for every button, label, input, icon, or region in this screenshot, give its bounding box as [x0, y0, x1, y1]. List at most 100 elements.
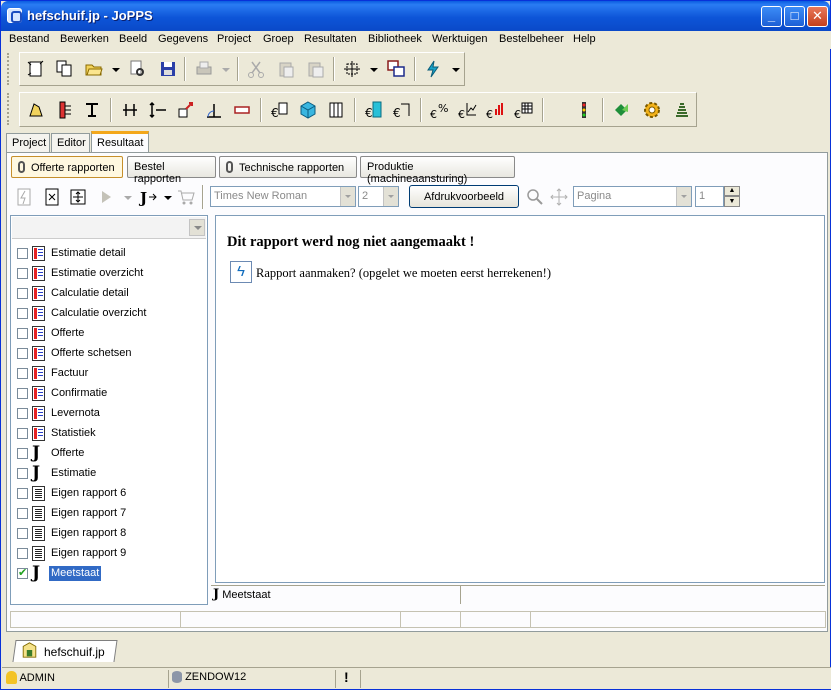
menu-help[interactable]: Help — [573, 33, 596, 45]
page-number-spinner[interactable]: 1 ▲ ▼ — [695, 185, 741, 208]
list-item[interactable]: J Offerte — [12, 444, 207, 463]
table-icon[interactable]: € — [514, 100, 534, 120]
app-icon[interactable] — [7, 8, 22, 23]
list-item[interactable]: Estimatie detail — [12, 244, 207, 263]
menu-gegevens[interactable]: Gegevens — [158, 33, 208, 45]
lightning-icon[interactable] — [423, 59, 443, 79]
toolbar-grip[interactable] — [7, 53, 11, 85]
maximize-button[interactable]: □ — [784, 6, 805, 27]
hardware-icon[interactable] — [326, 100, 346, 120]
create-report-link[interactable]: Rapport aanmaken? (opgelet we moeten eer… — [256, 266, 551, 281]
report-checkbox[interactable] — [17, 408, 28, 419]
print-dropdown-arrow[interactable] — [222, 68, 230, 72]
tab-editor[interactable]: Editor — [51, 133, 90, 152]
list-item[interactable]: Confirmatie — [12, 384, 207, 403]
move-icon[interactable] — [176, 100, 196, 120]
list-item[interactable]: Eigen rapport 8 — [12, 524, 207, 543]
report-checkbox[interactable] — [17, 248, 28, 259]
fit-page-icon[interactable] — [68, 187, 88, 207]
report-checkbox[interactable] — [17, 328, 28, 339]
spin-down-button[interactable]: ▼ — [724, 196, 740, 207]
report-checkbox[interactable] — [17, 448, 28, 459]
tab-technische-rapporten[interactable]: Technische rapporten — [219, 156, 357, 178]
arrows-icon[interactable] — [148, 100, 168, 120]
list-item[interactable]: Estimatie overzicht — [12, 264, 207, 283]
page-select[interactable]: Pagina — [573, 186, 692, 207]
list-item[interactable]: Eigen rapport 7 — [12, 504, 207, 523]
copy-doc-icon[interactable] — [54, 59, 74, 79]
profile-icon[interactable] — [26, 100, 46, 120]
frame-icon[interactable]: € — [392, 100, 412, 120]
report-checkbox[interactable] — [17, 508, 28, 519]
door-icon[interactable]: € — [364, 100, 384, 120]
play-icon[interactable] — [96, 187, 116, 207]
cart-icon[interactable] — [176, 187, 196, 207]
page-number-field[interactable]: 1 — [695, 186, 724, 207]
report-filter-select[interactable] — [12, 217, 206, 239]
status-alert-icon[interactable]: ! — [344, 669, 349, 686]
report-checkbox[interactable] — [17, 528, 28, 539]
recycle-icon[interactable] — [612, 100, 632, 120]
dimension-icon[interactable] — [120, 100, 140, 120]
j-arrow-icon[interactable]: J — [138, 187, 158, 207]
menu-bibliotheek[interactable]: Bibliotheek — [368, 33, 422, 45]
list-item[interactable]: Offerte — [12, 324, 207, 343]
menu-resultaten[interactable]: Resultaten — [304, 33, 357, 45]
size-select[interactable]: 2 — [358, 186, 399, 207]
report-checkbox[interactable] — [17, 468, 28, 479]
document-tab-label[interactable]: hefschuif.jp — [44, 645, 105, 659]
create-report-button[interactable]: ϟ — [230, 261, 252, 283]
chart-line-icon[interactable]: € — [458, 100, 478, 120]
list-item[interactable]: Eigen rapport 6 — [12, 484, 207, 503]
lightning-doc-icon[interactable] — [14, 187, 34, 207]
paste-special-icon[interactable] — [306, 59, 326, 79]
j-dropdown-arrow[interactable] — [164, 196, 172, 200]
play-dropdown-arrow[interactable] — [124, 196, 132, 200]
tab-bestel-rapporten[interactable]: Bestel rapporten — [127, 156, 216, 185]
cut-icon[interactable] — [246, 59, 266, 79]
menu-project[interactable]: Project — [217, 33, 251, 45]
chevron-down-icon[interactable] — [383, 187, 398, 206]
traffic-light-icon[interactable] — [574, 100, 594, 120]
menu-groep[interactable]: Groep — [263, 33, 294, 45]
open-folder-icon[interactable] — [84, 59, 104, 79]
list-item[interactable]: J Meetstaat — [12, 564, 207, 583]
close-button[interactable]: ✕ — [807, 6, 828, 27]
list-item[interactable]: Eigen rapport 9 — [12, 544, 207, 563]
report-checkbox[interactable] — [17, 268, 28, 279]
print-icon[interactable] — [194, 59, 214, 79]
report-checkbox[interactable] — [17, 288, 28, 299]
menu-bewerken[interactable]: Bewerken — [60, 33, 109, 45]
menu-bestand[interactable]: Bestand — [9, 33, 49, 45]
title-bar[interactable]: hefschuif.jp - JoPPS _ □ ✕ — [1, 1, 830, 31]
menu-bestelbeheer[interactable]: Bestelbeheer — [499, 33, 564, 45]
paste-icon[interactable] — [276, 59, 296, 79]
report-checkbox[interactable] — [17, 428, 28, 439]
t-profile-icon[interactable] — [82, 100, 102, 120]
new-icon[interactable] — [26, 59, 46, 79]
report-checkbox[interactable] — [17, 488, 28, 499]
lightning-dropdown-arrow[interactable] — [452, 68, 460, 72]
open-dropdown-arrow[interactable] — [112, 68, 120, 72]
report-checkbox[interactable] — [17, 348, 28, 359]
gear-icon[interactable] — [642, 100, 662, 120]
delete-doc-icon[interactable] — [42, 187, 62, 207]
menu-beeld[interactable]: Beeld — [119, 33, 147, 45]
chevron-down-icon[interactable] — [676, 187, 691, 206]
chevron-down-icon[interactable] — [340, 187, 355, 206]
grid-dropdown-arrow[interactable] — [370, 68, 378, 72]
find-icon[interactable] — [128, 59, 148, 79]
hinge-icon[interactable] — [54, 100, 74, 120]
list-item[interactable]: Factuur — [12, 364, 207, 383]
minimize-button[interactable]: _ — [761, 6, 782, 27]
font-select[interactable]: Times New Roman — [210, 186, 356, 207]
cube-icon[interactable] — [298, 100, 318, 120]
windows-icon[interactable] — [386, 59, 406, 79]
tab-resultaat[interactable]: Resultaat — [91, 131, 149, 152]
grid-select-icon[interactable] — [342, 59, 362, 79]
euro-box-icon[interactable]: € — [270, 100, 290, 120]
afdrukvoorbeeld-button[interactable]: Afdrukvoorbeeld — [409, 185, 519, 208]
percent-icon[interactable]: €% — [430, 100, 450, 120]
list-item[interactable]: Calculatie detail — [12, 284, 207, 303]
tab-produktie[interactable]: Produktie (machineaansturing) — [360, 156, 515, 185]
